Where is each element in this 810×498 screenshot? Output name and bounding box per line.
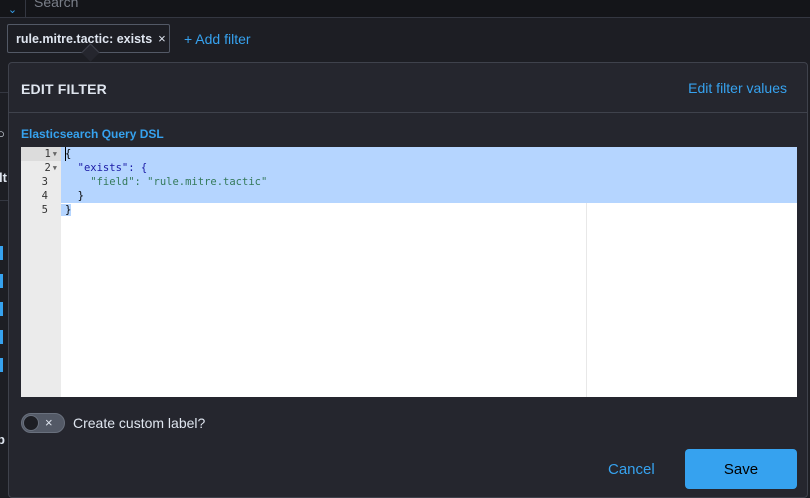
edit-filter-popover: EDIT FILTER Edit filter values Elasticse… bbox=[8, 62, 808, 498]
code-line: } bbox=[61, 203, 797, 217]
editor-gutter: 1 ▼ 2 ▼ 3 4 5 bbox=[21, 147, 61, 397]
background-divider bbox=[0, 200, 8, 201]
background-text: lt bbox=[0, 170, 7, 185]
code-line: } bbox=[61, 189, 797, 203]
line-number: 2 ▼ bbox=[44, 162, 57, 174]
code-line: { bbox=[61, 147, 797, 161]
background-marker bbox=[0, 358, 3, 372]
popover-header: EDIT FILTER Edit filter values bbox=[9, 63, 807, 113]
filter-bar: rule.mitre.tactic: exists × + Add filter bbox=[0, 18, 810, 62]
code-area[interactable]: { "exists": { "field": "rule.mitre.tacti… bbox=[61, 147, 797, 397]
query-dsl-editor[interactable]: 1 ▼ 2 ▼ 3 4 5 { "exists": { "field": "rule… bbox=[21, 147, 797, 397]
fold-arrow-icon[interactable]: ▼ bbox=[53, 150, 57, 158]
code-line: "exists": { bbox=[61, 161, 797, 175]
custom-label-text: Create custom label? bbox=[73, 415, 206, 431]
fold-arrow-icon[interactable]: ▼ bbox=[53, 164, 57, 172]
background-text: p bbox=[0, 432, 5, 447]
popover-title: EDIT FILTER bbox=[21, 81, 107, 97]
search-input[interactable]: Search bbox=[34, 0, 78, 10]
add-filter-button[interactable]: + Add filter bbox=[184, 31, 251, 47]
query-dsl-label: Elasticsearch Query DSL bbox=[21, 127, 164, 141]
line-number: 3 bbox=[41, 176, 48, 188]
background-marker bbox=[0, 302, 3, 316]
background-search-icon: ○ bbox=[0, 126, 5, 141]
custom-label-toggle[interactable]: × bbox=[21, 413, 65, 433]
line-number: 5 bbox=[41, 204, 48, 216]
query-bar: ⌄ Search bbox=[0, 0, 810, 18]
text-cursor bbox=[65, 147, 66, 161]
filter-pill-label: rule.mitre.tactic: exists bbox=[16, 31, 153, 46]
edit-filter-values-link[interactable]: Edit filter values bbox=[688, 80, 787, 96]
close-icon: × bbox=[45, 415, 53, 430]
background-marker bbox=[0, 246, 3, 260]
code-line: "field": "rule.mitre.tactic" bbox=[61, 175, 797, 189]
line-number: 4 bbox=[41, 190, 48, 202]
background-marker bbox=[0, 274, 3, 288]
cancel-button[interactable]: Cancel bbox=[608, 461, 655, 478]
background-marker bbox=[0, 330, 3, 344]
save-button[interactable]: Save bbox=[685, 449, 797, 489]
background-divider bbox=[0, 92, 8, 93]
toggle-knob bbox=[23, 415, 39, 431]
chevron-down-icon[interactable]: ⌄ bbox=[0, 0, 26, 18]
line-number: 1 ▼ bbox=[21, 147, 61, 161]
filter-pill[interactable]: rule.mitre.tactic: exists × bbox=[7, 24, 170, 53]
close-icon[interactable]: × bbox=[158, 31, 166, 46]
